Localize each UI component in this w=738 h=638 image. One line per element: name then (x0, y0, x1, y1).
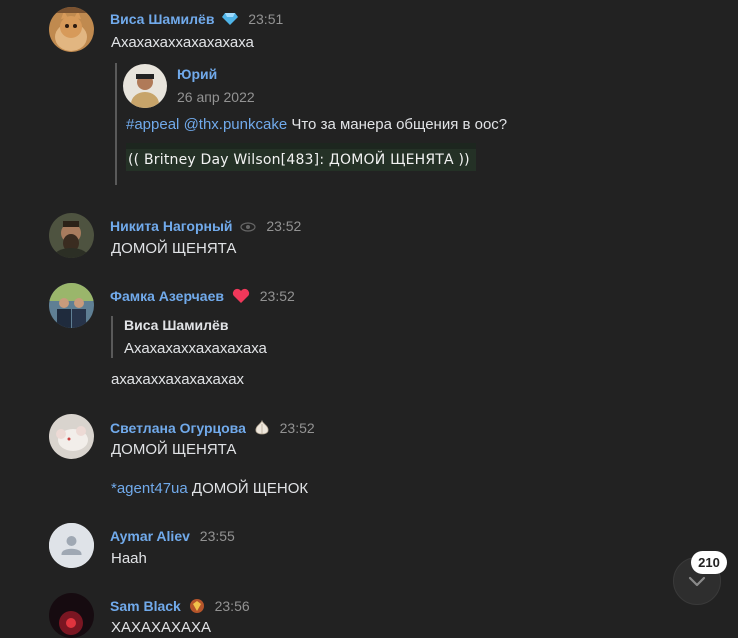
forward-bar (115, 63, 117, 185)
forward-text: Что за манера общения в оос? (291, 116, 508, 133)
forward-text-line: #appeal @thx.punkcake Что за манера обще… (126, 116, 507, 133)
mention-link[interactable]: @thx.punkcake (184, 116, 288, 133)
unread-count-badge: 210 (691, 551, 727, 574)
hashtag-link[interactable]: #appeal (126, 116, 179, 133)
avatar[interactable] (49, 283, 94, 328)
message-time[interactable]: 23:52 (260, 288, 295, 304)
avatar[interactable] (49, 213, 94, 258)
forward-avatar[interactable] (123, 64, 167, 108)
message-time[interactable]: 23:56 (215, 598, 250, 614)
author-name[interactable]: Светлана Огурцова (110, 420, 246, 436)
message-time[interactable]: 23:51 (248, 11, 283, 27)
message-text: Haah (111, 550, 147, 567)
eye-icon (240, 219, 257, 235)
shield-icon (189, 598, 205, 617)
default-user-icon (49, 523, 94, 568)
message-text: ДОМОЙ ЩЕНОК (191, 480, 309, 497)
author-name[interactable]: Sam Black (110, 598, 181, 614)
message-time[interactable]: 23:55 (200, 528, 235, 544)
forward-date[interactable]: 26 апр 2022 (177, 89, 255, 105)
avatar[interactable] (49, 7, 94, 52)
reply-author[interactable]: Виса Шамилёв (124, 317, 228, 333)
message-time[interactable]: 23:52 (280, 420, 315, 436)
avatar[interactable] (49, 523, 94, 568)
message-text: ДОМОЙ ЩЕНЯТА (111, 240, 237, 257)
attached-screenshot[interactable]: (( Britney Day Wilson[483]: ДОМОЙ ЩЕНЯТА… (126, 143, 476, 171)
author-name[interactable]: Виса Шамилёв (110, 11, 214, 27)
gem-icon (222, 12, 239, 29)
author-name[interactable]: Aymar Aliev (110, 528, 190, 544)
message-text: ахахаххахахахахах (111, 371, 245, 388)
forward-author[interactable]: Юрий (177, 66, 217, 82)
message-text-line-2: *agent47ua ДОМОЙ ЩЕНОК (111, 480, 308, 497)
message-time[interactable]: 23:52 (266, 218, 301, 234)
message-text: Ахахахаххахахахаха (111, 34, 254, 51)
avatar[interactable] (49, 593, 94, 638)
heart-icon (232, 288, 250, 307)
mention-link[interactable]: *agent47ua (111, 480, 188, 497)
message-text: ДОМОЙ ЩЕНЯТА (111, 441, 237, 458)
reply-bar (111, 316, 113, 358)
author-name[interactable]: Фамка Азерчаев (110, 288, 224, 304)
avatar[interactable] (49, 414, 94, 459)
screenshot-caption: (( Britney Day Wilson[483]: ДОМОЙ ЩЕНЯТА… (128, 152, 470, 168)
garlic-icon (254, 419, 270, 440)
reply-text: Ахахахаххахахахаха (124, 340, 267, 357)
author-name[interactable]: Никита Нагорный (110, 218, 233, 234)
message-text: ХАХАХАХАХА (111, 619, 212, 636)
